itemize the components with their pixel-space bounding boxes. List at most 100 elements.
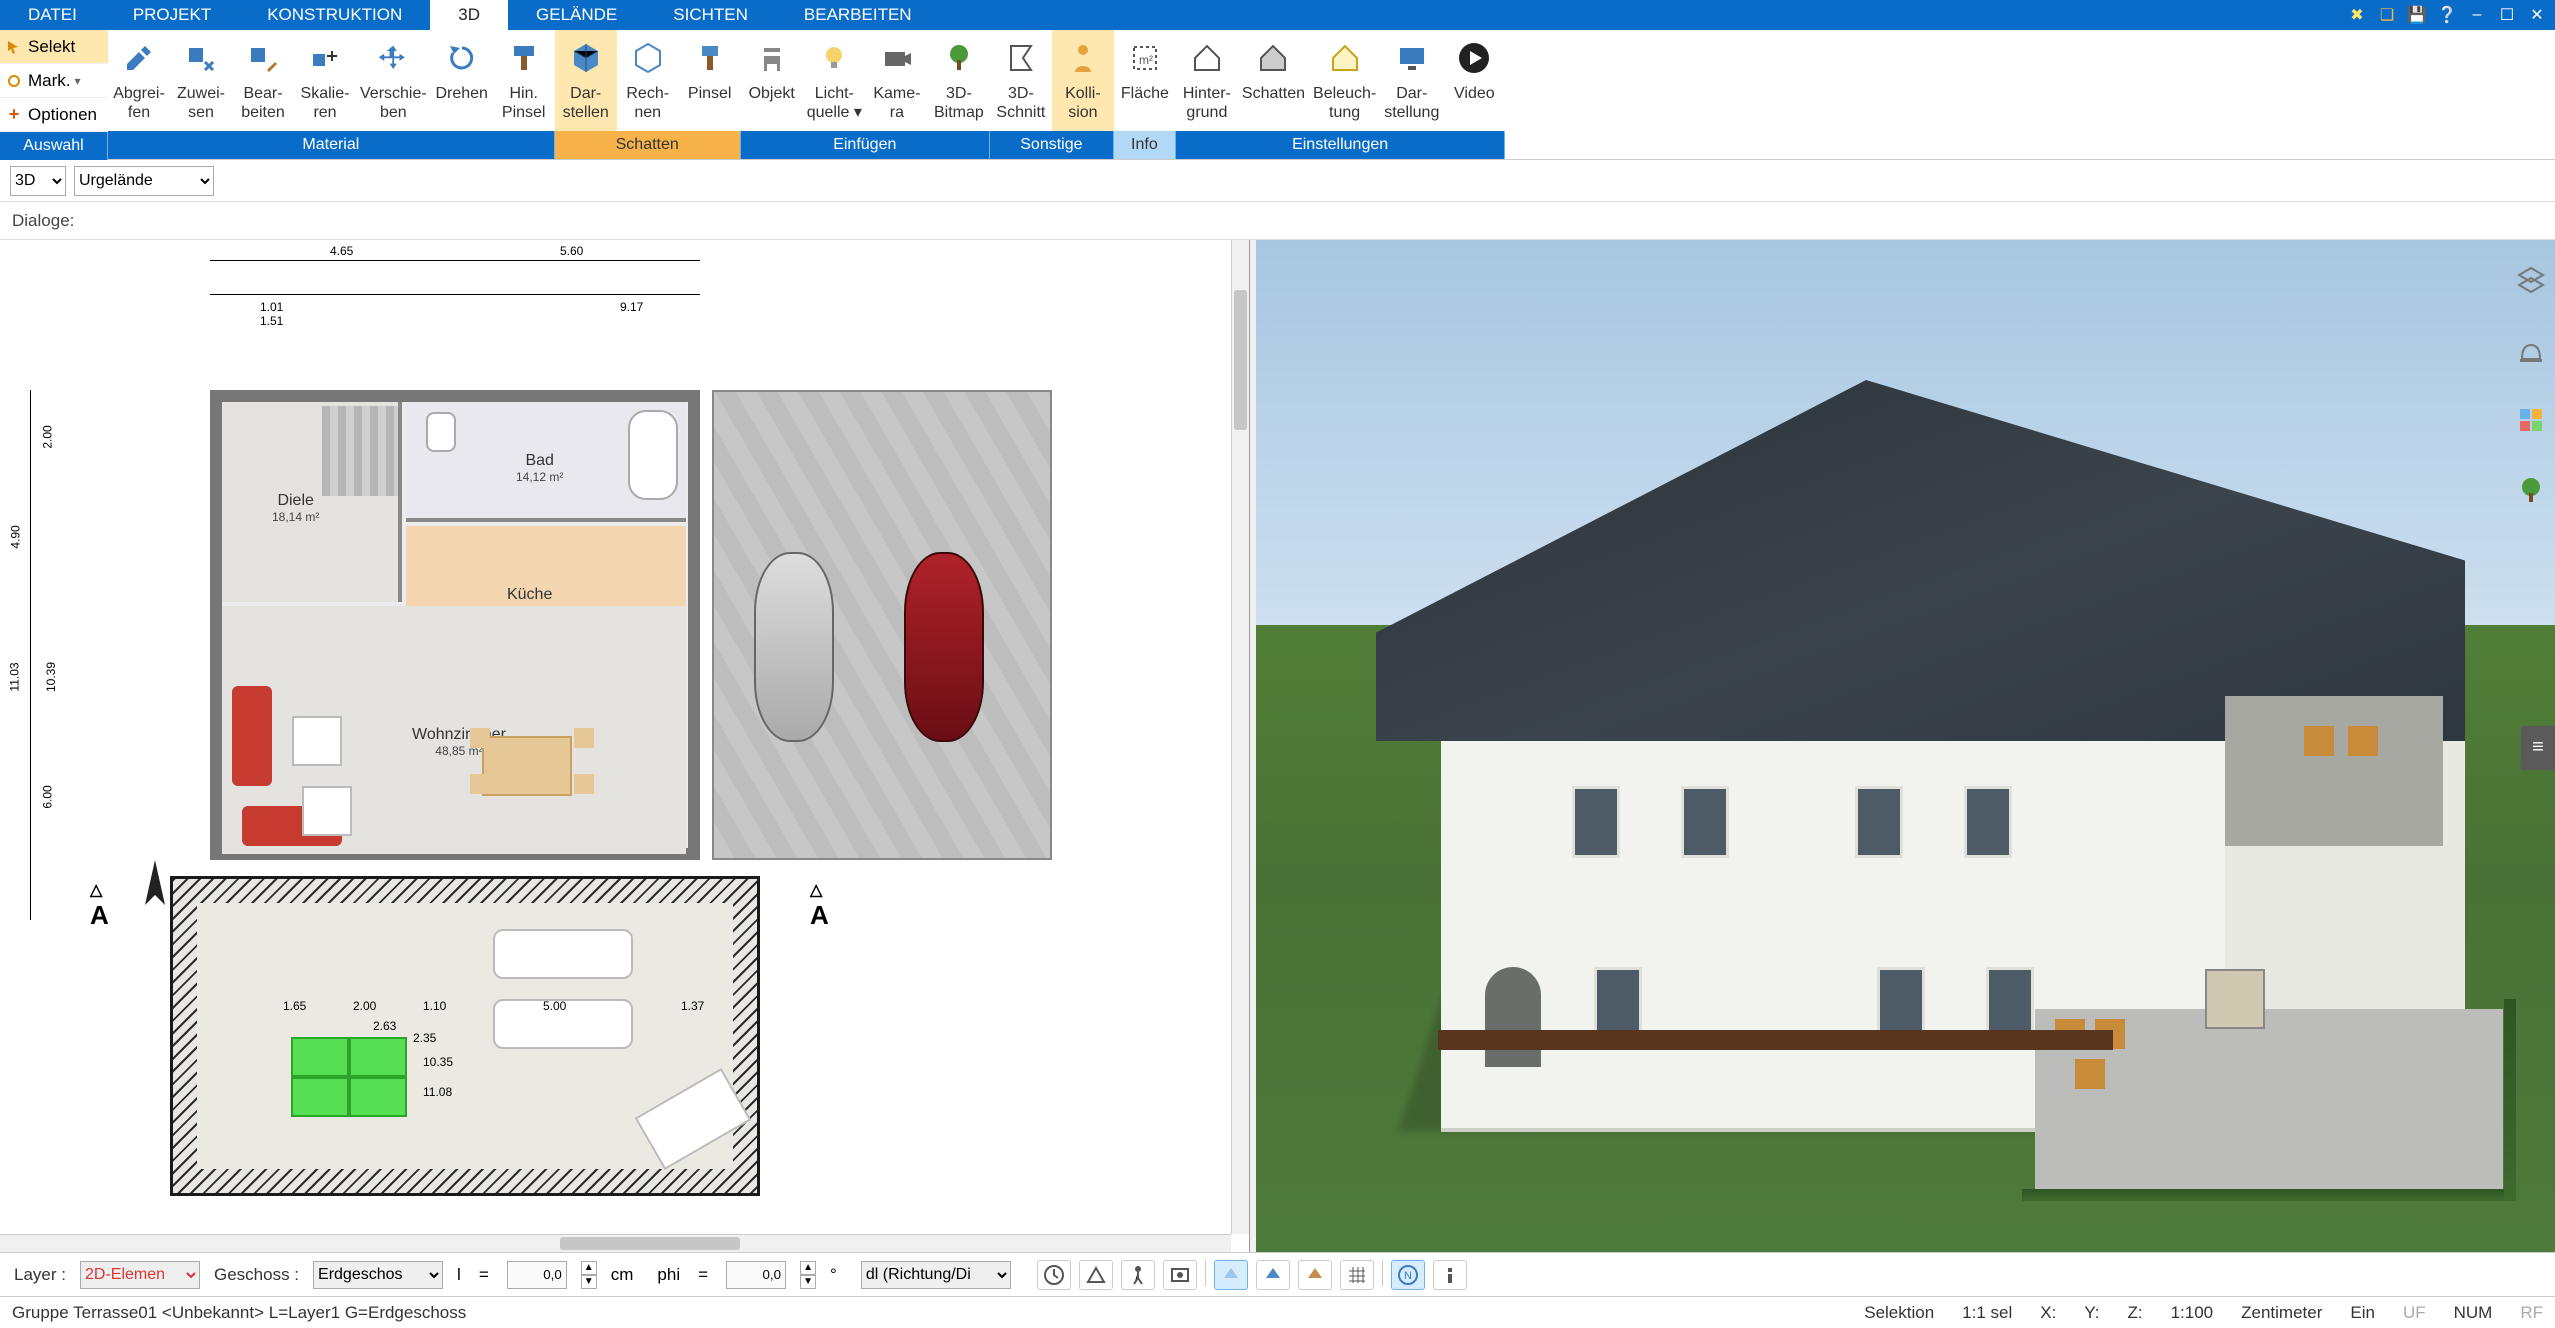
ribbon-label: Fläche — [1121, 84, 1169, 103]
dim-label: 11.03 — [8, 662, 22, 691]
ribbon-label: Kame- — [873, 84, 920, 103]
ribbon-video[interactable]: Video — [1443, 30, 1505, 131]
scrollbar-vertical[interactable] — [1231, 240, 1249, 1234]
clock-icon[interactable] — [1037, 1260, 1071, 1290]
menu-projekt[interactable]: PROJEKT — [105, 0, 239, 30]
palette-icon[interactable] — [2511, 400, 2551, 440]
grid-icon[interactable] — [1340, 1260, 1374, 1290]
ribbon-abgreifen[interactable]: Abgrei-fen — [108, 30, 170, 131]
ribbon-flaeche[interactable]: m²Fläche — [1114, 30, 1176, 131]
bulb-icon — [812, 36, 856, 80]
ribbon-pinsel[interactable]: Pinsel — [679, 30, 741, 131]
scrollbar-horizontal[interactable] — [0, 1234, 1231, 1252]
l-input[interactable] — [507, 1261, 567, 1289]
ribbon-3dbitmap[interactable]: 3D-Bitmap — [928, 30, 990, 131]
info-icon[interactable] — [1433, 1260, 1467, 1290]
selected-object[interactable] — [293, 1079, 347, 1115]
tools-icon[interactable]: ✖ — [2343, 4, 2371, 26]
3d-view[interactable]: ≡ — [1256, 240, 2555, 1252]
save-icon[interactable]: 💾 — [2403, 4, 2431, 26]
geschoss-label: Geschoss : — [214, 1265, 299, 1285]
ribbon-label: ra — [890, 103, 904, 122]
optionen-button[interactable]: + Optionen — [0, 98, 108, 132]
style-icon[interactable] — [2511, 330, 2551, 370]
status-rf: RF — [2520, 1303, 2543, 1323]
ribbon-label: quelle ▾ — [807, 103, 862, 122]
ribbon-rechnen[interactable]: Rech-nen — [617, 30, 679, 131]
l-unit: cm — [611, 1265, 634, 1285]
shade-flat-icon[interactable] — [1214, 1260, 1248, 1290]
ribbon-schatten2[interactable]: Schatten — [1238, 30, 1309, 131]
mode-select[interactable]: dl (Richtung/Di — [861, 1261, 1011, 1289]
menu-konstruktion[interactable]: KONSTRUKTION — [239, 0, 430, 30]
layers-icon[interactable] — [2511, 260, 2551, 300]
menu-3d[interactable]: 3D — [430, 0, 508, 30]
menu-bearbeiten[interactable]: BEARBEITEN — [776, 0, 940, 30]
ribbon-label: Zuwei- — [177, 84, 225, 103]
expand-panel-tab[interactable]: ≡ — [2521, 726, 2555, 770]
panels-icon[interactable]: ❏ — [2373, 4, 2401, 26]
section-marker-left: △ A — [90, 880, 109, 931]
camera-icon — [875, 36, 919, 80]
north-icon[interactable]: N — [1391, 1260, 1425, 1290]
edit-icon — [241, 36, 285, 80]
shade-texture-icon[interactable] — [1298, 1260, 1332, 1290]
ribbon-label: Beleuch- — [1313, 84, 1376, 103]
selekt-button[interactable]: Selekt — [0, 30, 108, 64]
status-sel-count: 1:1 sel — [1962, 1303, 2012, 1323]
status-x: X: — [2040, 1303, 2056, 1323]
ribbon-hinpinsel[interactable]: Hin.Pinsel — [493, 30, 555, 131]
room-name-bad: Bad — [525, 452, 553, 469]
dim-label: 2.00 — [353, 999, 376, 1013]
ribbon-kollision[interactable]: Kolli-sion — [1052, 30, 1114, 131]
selected-object[interactable] — [293, 1039, 347, 1075]
status-z: Z: — [2127, 1303, 2142, 1323]
menu-datei[interactable]: DATEI — [0, 0, 105, 30]
geschoss-select[interactable]: Erdgeschos — [313, 1261, 443, 1289]
ribbon-skalieren[interactable]: Skalie-ren — [294, 30, 356, 131]
minimize-icon[interactable]: – — [2463, 4, 2491, 26]
menu-gelaende[interactable]: GELÄNDE — [508, 0, 645, 30]
tree-icon[interactable] — [2511, 470, 2551, 510]
phi-stepper[interactable]: ▲▼ — [800, 1261, 816, 1289]
brushback-icon — [502, 36, 546, 80]
close-icon[interactable]: ✕ — [2523, 4, 2551, 26]
phi-input[interactable] — [726, 1261, 786, 1289]
terrain-select[interactable]: Urgelände — [74, 166, 214, 196]
ribbon-drehen[interactable]: Drehen — [431, 30, 493, 131]
screenshot-icon[interactable] — [1163, 1260, 1197, 1290]
plus-icon: + — [4, 105, 24, 125]
house-icon — [1185, 36, 1229, 80]
layer-select[interactable]: 2D-Elemen — [80, 1261, 200, 1289]
help-icon[interactable]: ❔ — [2433, 4, 2461, 26]
ribbon-3dschnitt[interactable]: 3D-Schnitt — [990, 30, 1052, 131]
assign-icon — [179, 36, 223, 80]
ribbon-beleuchtung[interactable]: Beleuch-tung — [1309, 30, 1380, 131]
ribbon-objekt[interactable]: Objekt — [741, 30, 803, 131]
selected-object[interactable] — [351, 1039, 405, 1075]
maximize-icon[interactable]: ☐ — [2493, 4, 2521, 26]
shade-solid-icon[interactable] — [1256, 1260, 1290, 1290]
status-selection-label: Selektion — [1864, 1303, 1934, 1323]
mark-button[interactable]: Mark. ▾ — [0, 64, 108, 98]
selekt-label: Selekt — [28, 37, 75, 57]
ribbon-hintergrund[interactable]: Hinter-grund — [1176, 30, 1238, 131]
floorplan-view[interactable]: 4.65 5.60 1.01 1.51 9.17 2.00 4.90 11.03… — [0, 240, 1250, 1252]
ribbon-lichtquelle[interactable]: Licht-quelle ▾ — [803, 30, 866, 131]
selected-object[interactable] — [351, 1079, 405, 1115]
view-mode-select[interactable]: 3D — [10, 166, 66, 196]
ribbon-verschieben[interactable]: Verschie-ben — [356, 30, 431, 131]
walkthrough-icon[interactable] — [1121, 1260, 1155, 1290]
ribbon-bearbeiten[interactable]: Bear-beiten — [232, 30, 294, 131]
dim-label: 1.10 — [423, 999, 446, 1013]
ribbon-darstellung[interactable]: Dar-stellung — [1380, 30, 1443, 131]
ribbon-darstellen[interactable]: Dar-stellen — [555, 30, 617, 131]
l-stepper[interactable]: ▲▼ — [581, 1261, 597, 1289]
ribbon-zuweisen[interactable]: Zuwei-sen — [170, 30, 232, 131]
ribbon-kamera[interactable]: Kame-ra — [866, 30, 928, 131]
main-split: 4.65 5.60 1.01 1.51 9.17 2.00 4.90 11.03… — [0, 240, 2555, 1252]
phi-unit: ° — [830, 1265, 837, 1285]
perspective-icon[interactable] — [1079, 1260, 1113, 1290]
houselight-icon — [1323, 36, 1367, 80]
menu-sichten[interactable]: SICHTEN — [645, 0, 776, 30]
